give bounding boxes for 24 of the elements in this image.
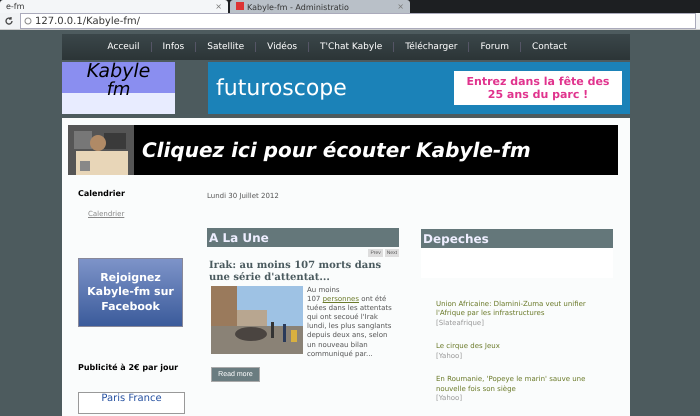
sidebar-heading: Calendrier — [78, 189, 126, 198]
article-title[interactable]: Irak: au moins 107 morts dans une série d'attentat... — [209, 260, 399, 284]
logo[interactable]: Kabyle fm — [62, 62, 175, 114]
listen-banner[interactable]: Cliquez ici pour écouter Kabyle-fm — [68, 125, 618, 175]
section-title: A La Une — [207, 228, 399, 247]
browser-tab[interactable]: Kabyle-fm - Administratio × — [230, 0, 410, 13]
browser-tab[interactable]: e-fm × — [0, 0, 228, 13]
nav-link[interactable]: Contact — [520, 42, 578, 52]
sidebar-heading: Publicité à 2€ par jour — [78, 363, 180, 372]
nav-link[interactable]: Acceuil — [96, 42, 151, 52]
ad-banner[interactable]: Paris France — [78, 392, 185, 414]
ad-banner[interactable]: futuroscope Entrez dans la fête des 25 ans du parc ! — [208, 62, 630, 114]
nav-link[interactable]: Infos — [150, 42, 196, 52]
favicon-icon — [236, 2, 244, 10]
globe-icon — [24, 17, 32, 25]
section-title: Depeches — [421, 229, 613, 248]
facebook-banner[interactable]: Rejoignez Kabyle-fm sur Facebook — [78, 258, 183, 327]
address-field[interactable]: 127.0.0.1/Kabyle-fm/ — [20, 13, 696, 29]
reload-icon[interactable] — [4, 16, 14, 26]
nav-link[interactable]: Télécharger — [393, 42, 468, 52]
nav-link[interactable]: Vidéos — [255, 42, 308, 52]
nav-link[interactable]: T'Chat Kabyle — [308, 42, 394, 52]
nav-link[interactable]: Satellite — [195, 42, 256, 52]
nav-link[interactable]: Forum — [468, 42, 520, 52]
